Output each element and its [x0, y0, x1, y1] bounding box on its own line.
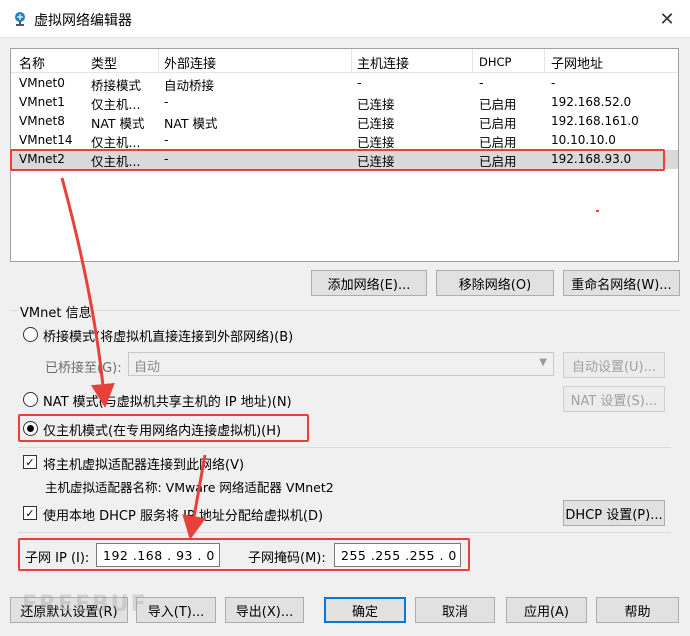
add-network-button[interactable]: 添加网络(E)...: [311, 270, 427, 296]
subnet-ip-input[interactable]: 192 .168 . 93 . 0: [96, 543, 220, 567]
cell-host: 已连接: [357, 116, 395, 131]
cell-type: 仅主机...: [91, 135, 141, 150]
host-only-radio[interactable]: [23, 421, 38, 436]
subnet-mask-input[interactable]: 255 .255 .255 . 0: [334, 543, 461, 567]
group-border: [10, 310, 680, 311]
cell-type: 仅主机...: [91, 154, 141, 169]
adapter-name-text: 主机虚拟适配器名称: VMware 网络适配器 VMnet2: [45, 480, 334, 495]
bridged-to-label: 已桥接至(G):: [45, 361, 122, 376]
window-title: 虚拟网络编辑器: [34, 13, 132, 29]
column-divider[interactable]: [158, 49, 159, 73]
list-header: 名称 类型 外部连接 主机连接 DHCP 子网地址: [11, 49, 678, 73]
list-row-vmnet14[interactable]: VMnet14 仅主机... - 已连接 已启用 10.10.10.0: [11, 131, 678, 150]
cell-subnet: -: [551, 76, 556, 90]
divider: [18, 447, 671, 448]
bridged-to-select[interactable]: 自动 ▼: [128, 352, 554, 376]
chevron-down-icon: ▼: [539, 357, 547, 368]
cell-name: VMnet1: [19, 95, 65, 109]
cell-subnet: 192.168.161.0: [551, 114, 639, 128]
column-divider[interactable]: [472, 49, 473, 73]
cancel-button[interactable]: 取消: [415, 597, 495, 623]
cell-dhcp: -: [479, 75, 484, 90]
cell-external: -: [164, 151, 169, 166]
list-row-vmnet8[interactable]: VMnet8 NAT 模式 NAT 模式 已连接 已启用 192.168.161…: [11, 112, 678, 131]
host-only-label[interactable]: 仅主机模式(在专用网络内连接虚拟机)(H): [43, 420, 281, 439]
export-button[interactable]: 导出(X)...: [225, 597, 304, 623]
stray-mark: [596, 210, 599, 212]
help-button[interactable]: 帮助: [596, 597, 679, 623]
column-divider[interactable]: [351, 49, 352, 73]
column-header-name[interactable]: 名称: [19, 53, 45, 72]
cell-external: NAT 模式: [164, 116, 218, 131]
subnet-ip-label: 子网 IP (I):: [25, 551, 90, 566]
cell-subnet: 192.168.52.0: [551, 95, 632, 109]
list-row-vmnet1[interactable]: VMnet1 仅主机... - 已连接 已启用 192.168.52.0: [11, 93, 678, 112]
column-header-subnet[interactable]: 子网地址: [551, 53, 603, 72]
cell-name: VMnet14: [19, 133, 73, 147]
column-header-host[interactable]: 主机连接: [357, 53, 409, 72]
close-button[interactable]: ✕: [644, 0, 690, 38]
cell-host: 已连接: [357, 97, 395, 112]
cell-type: 仅主机...: [91, 97, 141, 112]
column-divider[interactable]: [544, 49, 545, 73]
ok-button[interactable]: 确定: [324, 597, 406, 623]
column-header-dhcp[interactable]: DHCP: [479, 55, 511, 69]
list-row-vmnet2[interactable]: VMnet2 仅主机... - 已连接 已启用 192.168.93.0: [11, 150, 678, 169]
use-dhcp-label[interactable]: 使用本地 DHCP 服务将 IP 地址分配给虚拟机(D): [43, 505, 323, 524]
cell-type: NAT 模式: [91, 116, 145, 131]
connect-adapter-checkbox[interactable]: ✓: [23, 455, 37, 469]
column-header-type[interactable]: 类型: [91, 53, 117, 72]
cell-dhcp: 已启用: [479, 97, 517, 112]
vmnet-info-label: VMnet 信息: [18, 302, 94, 321]
cell-external: -: [164, 132, 169, 147]
cell-host: 已连接: [357, 154, 395, 169]
divider: [18, 532, 671, 533]
nat-radio[interactable]: [23, 392, 38, 407]
apply-button[interactable]: 应用(A): [506, 597, 587, 623]
dhcp-settings-button[interactable]: DHCP 设置(P)...: [563, 500, 665, 526]
cell-name: VMnet2: [19, 152, 65, 166]
use-dhcp-checkbox[interactable]: ✓: [23, 506, 37, 520]
bridged-label[interactable]: 桥接模式(将虚拟机直接连接到外部网络)(B): [43, 326, 293, 345]
restore-defaults-button[interactable]: 还原默认设置(R): [10, 597, 128, 623]
import-button[interactable]: 导入(T)...: [136, 597, 216, 623]
cell-name: VMnet8: [19, 114, 65, 128]
cell-name: VMnet0: [19, 76, 65, 90]
cell-dhcp: 已启用: [479, 154, 517, 169]
cell-subnet: 10.10.10.0: [551, 133, 616, 147]
cell-dhcp: 已启用: [479, 116, 517, 131]
cell-host: -: [357, 75, 362, 90]
bridged-radio[interactable]: [23, 327, 38, 342]
cell-external: -: [164, 94, 169, 109]
cell-type: 桥接模式: [91, 78, 142, 93]
subnet-mask-label: 子网掩码(M):: [248, 551, 326, 566]
cell-dhcp: 已启用: [479, 135, 517, 150]
column-header-external[interactable]: 外部连接: [164, 53, 216, 72]
nat-label[interactable]: NAT 模式(与虚拟机共享主机的 IP 地址)(N): [43, 391, 292, 410]
rename-network-button[interactable]: 重命名网络(W)...: [563, 270, 680, 296]
cell-subnet: 192.168.93.0: [551, 152, 632, 166]
bridged-to-value: 自动: [134, 360, 161, 375]
network-list[interactable]: 名称 类型 外部连接 主机连接 DHCP 子网地址 VMnet0 桥接模式 自动…: [10, 48, 679, 262]
remove-network-button[interactable]: 移除网络(O): [436, 270, 554, 296]
vmware-network-icon: [15, 12, 25, 26]
connect-adapter-label[interactable]: 将主机虚拟适配器连接到此网络(V): [43, 454, 244, 473]
nat-settings-button[interactable]: NAT 设置(S)...: [563, 386, 665, 412]
close-icon: ✕: [659, 8, 675, 30]
title-bar: 虚拟网络编辑器 ✕: [0, 0, 690, 38]
cell-external: 自动桥接: [164, 78, 215, 93]
auto-settings-button[interactable]: 自动设置(U)...: [563, 352, 665, 378]
cell-host: 已连接: [357, 135, 395, 150]
list-row-vmnet0[interactable]: VMnet0 桥接模式 自动桥接 - - -: [11, 74, 678, 93]
